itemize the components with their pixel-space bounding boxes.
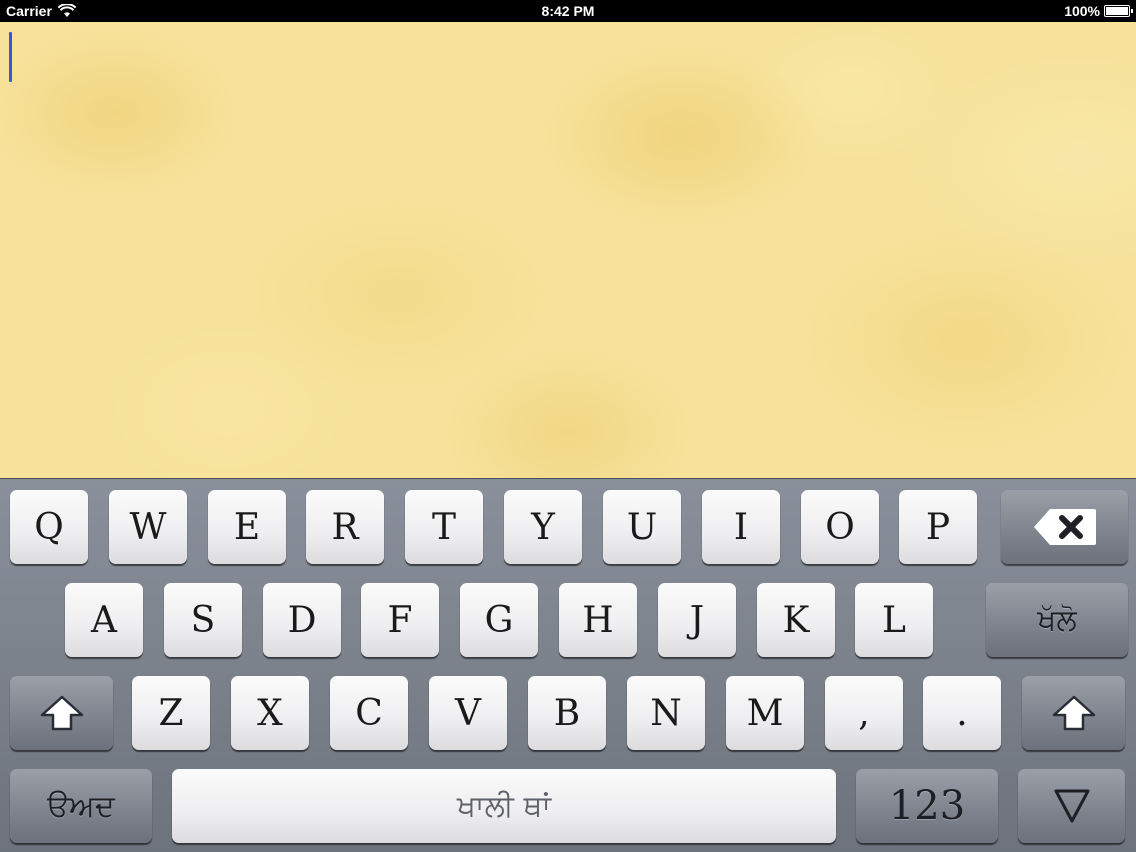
key-g[interactable]: G: [460, 583, 538, 657]
key-r[interactable]: R: [306, 490, 384, 564]
backspace-icon: [1032, 507, 1098, 547]
key-z-label: Z: [158, 692, 184, 734]
key-k-label: K: [782, 599, 810, 641]
battery-icon: [1104, 5, 1133, 17]
key-r-label: R: [331, 506, 359, 548]
key-o-label: O: [825, 506, 855, 548]
shift-arrow-icon: [1051, 694, 1097, 732]
key-p[interactable]: P: [899, 490, 977, 564]
key-p-label: P: [925, 506, 951, 548]
key-c-label: C: [355, 692, 383, 734]
key-v[interactable]: V: [429, 676, 507, 750]
numbers-key-label: 123: [888, 783, 966, 829]
key-s[interactable]: S: [164, 583, 242, 657]
numbers-key[interactable]: 123: [856, 769, 998, 843]
key-x-label: X: [257, 692, 283, 734]
key-period-label: .: [956, 692, 968, 734]
key-y[interactable]: Y: [504, 490, 582, 564]
key-m-label: M: [746, 692, 784, 734]
key-h-label: H: [582, 599, 614, 641]
status-bar: Carrier 8:42 PM 100%: [0, 0, 1136, 22]
key-d-label: D: [287, 599, 317, 641]
key-t[interactable]: T: [405, 490, 483, 564]
shift-arrow-icon: [39, 694, 85, 732]
mode-key[interactable]: ੳਅਦ: [10, 769, 152, 843]
key-o[interactable]: O: [801, 490, 879, 564]
shift-key-right[interactable]: [1022, 676, 1125, 750]
key-c[interactable]: C: [330, 676, 408, 750]
keyboard: Q W E R T Y U I O P A S D F G H J K L ਖੱ…: [0, 478, 1136, 852]
key-w-label: W: [129, 506, 167, 548]
key-m[interactable]: M: [726, 676, 804, 750]
key-h[interactable]: H: [559, 583, 637, 657]
key-w[interactable]: W: [109, 490, 187, 564]
shift-key-left[interactable]: [10, 676, 113, 750]
key-y-label: Y: [531, 506, 555, 548]
key-comma-label: ,: [858, 692, 870, 734]
key-i[interactable]: I: [702, 490, 780, 564]
key-n[interactable]: N: [627, 676, 705, 750]
key-f[interactable]: F: [361, 583, 439, 657]
key-j[interactable]: J: [658, 583, 736, 657]
key-l[interactable]: L: [855, 583, 933, 657]
mode-key-label: ੳਅਦ: [47, 788, 115, 824]
key-u-label: U: [626, 506, 658, 548]
key-a-label: A: [91, 599, 117, 641]
key-d[interactable]: D: [263, 583, 341, 657]
text-cursor: [9, 32, 12, 82]
key-l-label: L: [882, 599, 906, 641]
key-comma[interactable]: ,: [825, 676, 903, 750]
key-g-label: G: [484, 599, 514, 641]
key-x[interactable]: X: [231, 676, 309, 750]
key-s-label: S: [190, 599, 216, 641]
key-q-label: Q: [34, 506, 64, 548]
key-e-label: E: [233, 506, 261, 548]
key-v-label: V: [455, 692, 481, 734]
text-editor[interactable]: [0, 22, 1136, 478]
space-key[interactable]: ਖਾਲੀ ਥਾਂ: [172, 769, 836, 843]
key-b-label: B: [553, 692, 581, 734]
battery-percent: 100%: [1064, 3, 1100, 19]
key-a[interactable]: A: [65, 583, 143, 657]
key-f-label: F: [387, 599, 413, 641]
key-z[interactable]: Z: [132, 676, 210, 750]
key-t-label: T: [431, 506, 456, 548]
key-n-label: N: [650, 692, 682, 734]
key-u[interactable]: U: [603, 490, 681, 564]
key-q[interactable]: Q: [10, 490, 88, 564]
key-e[interactable]: E: [208, 490, 286, 564]
key-j-label: J: [689, 599, 705, 641]
key-period[interactable]: .: [923, 676, 1001, 750]
return-key-label: ਖੱਲੋ: [1037, 602, 1077, 638]
keyboard-dismiss-icon: [1052, 787, 1092, 825]
key-b[interactable]: B: [528, 676, 606, 750]
return-key[interactable]: ਖੱਲੋ: [986, 583, 1128, 657]
key-i-label: I: [733, 506, 749, 548]
key-k[interactable]: K: [757, 583, 835, 657]
space-key-label: ਖਾਲੀ ਥਾਂ: [457, 788, 551, 824]
delete-key[interactable]: [1001, 490, 1128, 564]
dismiss-keyboard-key[interactable]: [1018, 769, 1125, 843]
clock: 8:42 PM: [541, 3, 595, 19]
battery-group: 100%: [1064, 3, 1133, 19]
